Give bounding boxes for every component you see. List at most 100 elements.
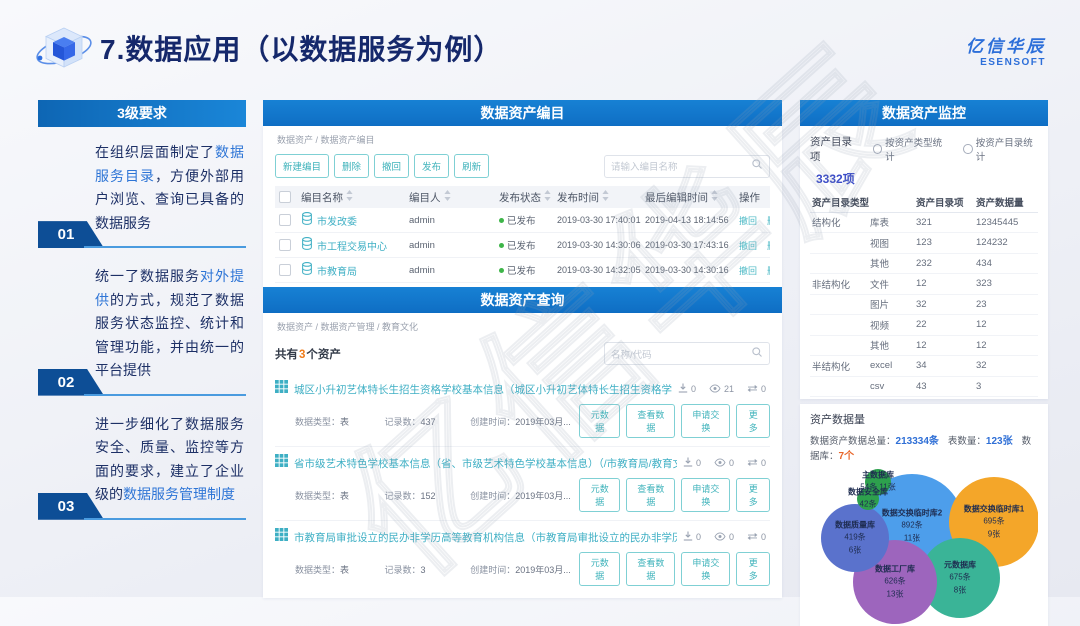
row-action-withdraw[interactable]: 撤回 — [739, 264, 757, 277]
asset-button-0[interactable]: 元数据 — [579, 404, 620, 438]
catalog-panel-title: 数据资产编目 — [263, 100, 782, 126]
asset-type: 数据类型：表 — [295, 415, 384, 428]
database-icon — [301, 237, 313, 253]
monitor-cell: 3 — [976, 381, 1036, 392]
asset-title-link[interactable]: 市教育局审批设立的民办非学历高等教育机构信息（市教育局审批设立的民办非学历高等.… — [294, 530, 677, 545]
toolbar-button-2[interactable]: 撤回 — [374, 154, 409, 178]
bubble-label: 数据工厂库626条13张 — [875, 563, 915, 600]
row-action-withdraw[interactable]: 撤回 — [739, 214, 757, 227]
asset-button-3[interactable]: 更多 — [736, 552, 770, 586]
search-icon[interactable] — [751, 157, 763, 175]
row-checkbox[interactable] — [279, 214, 291, 226]
catalog-name-link[interactable]: 市教育局 — [301, 262, 407, 278]
sort-icon[interactable] — [544, 190, 551, 204]
asset-count: 共有3个资产 — [275, 346, 341, 362]
chart-bubble: 数据质量库419条6张 — [821, 504, 889, 572]
monitor-table-row: 视频2212 — [810, 315, 1038, 336]
catalog-name-link[interactable]: 市发改委 — [301, 212, 407, 228]
monitor-cell: 非结构化 — [812, 277, 870, 291]
view-count: 0 — [714, 532, 734, 543]
requirement-item: 统一了数据服务对外提供的方式，规范了数据服务状态监控、统计和管理功能，并由统一的… — [38, 251, 246, 399]
monitor-cell: 124232 — [976, 237, 1036, 248]
row-action-delete[interactable]: 删除 — [767, 264, 770, 277]
toolbar-button-4[interactable]: 刷新 — [454, 154, 489, 178]
exchange-icon — [747, 532, 758, 543]
asset-created: 创建时间：2019年03月... — [470, 415, 579, 428]
radio-option-0[interactable]: 按资产类型统计 — [873, 135, 948, 163]
row-action-withdraw[interactable]: 撤回 — [739, 239, 757, 252]
asset-button-1[interactable]: 查看数据 — [626, 552, 675, 586]
sort-icon[interactable] — [444, 190, 451, 204]
query-search-input[interactable]: 名称/代码 — [604, 342, 770, 365]
brand-logo: 亿信华辰 ESENSOFT — [966, 32, 1046, 68]
status-dot — [499, 218, 504, 223]
database-icon — [301, 212, 313, 228]
column-header-1[interactable]: 编目人 — [409, 190, 497, 205]
step-underline — [84, 518, 246, 520]
column-header-0[interactable]: 编目名称 — [301, 190, 407, 205]
row-checkbox-cell — [275, 239, 299, 251]
edit-time-cell: 2019-04-13 18:14:56 — [645, 215, 737, 225]
asset-meta-row: 数据类型：表记录数：152创建时间：2019年03月...元数据查看数据申请交换… — [275, 478, 770, 512]
asset-button-1[interactable]: 查看数据 — [626, 478, 675, 512]
query-breadcrumb: 数据资产 / 数据资产管理 / 教育文化 — [275, 313, 770, 338]
view-count: 0 — [714, 458, 734, 469]
asset-button-0[interactable]: 元数据 — [579, 478, 620, 512]
toolbar-button-3[interactable]: 发布 — [414, 154, 449, 178]
asset-button-1[interactable]: 查看数据 — [626, 404, 675, 438]
asset-button-3[interactable]: 更多 — [736, 478, 770, 512]
sort-icon[interactable] — [602, 190, 609, 204]
table-grid-icon — [275, 528, 288, 546]
toolbar-button-0[interactable]: 新建编目 — [275, 154, 329, 178]
column-header-2[interactable]: 发布状态 — [499, 190, 555, 205]
monitor-cell: 视图 — [870, 236, 916, 250]
bubble-label: 数据交换临时库2892条11张 — [882, 507, 942, 544]
bubble-label: 数据交换临时库1695条9张 — [964, 503, 1024, 540]
asset-button-3[interactable]: 更多 — [736, 404, 770, 438]
asset-button-2[interactable]: 申请交换 — [681, 552, 730, 586]
row-checkbox[interactable] — [279, 239, 291, 251]
select-all-checkbox[interactable] — [279, 191, 291, 203]
requirement-text: 在组织层面制定了数据服务目录，方便外部用户浏览、查询已具备的数据服务 — [95, 141, 244, 235]
asset-meta-row: 数据类型：表记录数：3创建时间：2019年03月...元数据查看数据申请交换更多 — [275, 552, 770, 586]
toolbar-button-1[interactable]: 删除 — [334, 154, 369, 178]
column-header-3[interactable]: 发布时间 — [557, 190, 643, 205]
monitor-cell: 321 — [916, 217, 976, 228]
monitor-panel: 数据资产监控 资产目录项 按资产类型统计按资产目录统计 3332项 资产目录类型… — [800, 100, 1048, 626]
monitor-table-row: 图片3223 — [810, 295, 1038, 316]
asset-records: 记录数：152 — [384, 489, 470, 502]
asset-button-0[interactable]: 元数据 — [579, 552, 620, 586]
status-badge: 已发布 — [507, 238, 536, 252]
actions-cell: 撤回删除 — [739, 214, 770, 227]
table-row: 市工程交易中心admin已发布2019-03-30 14:30:062019-0… — [275, 233, 770, 258]
catalog-search-input[interactable]: 请输入编目名称 — [604, 155, 770, 178]
monitor-cell: 结构化 — [812, 215, 870, 229]
radio-option-1[interactable]: 按资产目录统计 — [963, 135, 1038, 163]
monitor-cell: 32 — [976, 360, 1036, 371]
catalog-name-link[interactable]: 市工程交易中心 — [301, 237, 407, 253]
requirement-text: 统一了数据服务对外提供的方式，规范了数据服务状态监控、统计和管理功能，并由统一的… — [95, 265, 244, 383]
step-underline — [84, 394, 246, 396]
sort-icon[interactable] — [711, 190, 718, 204]
row-checkbox[interactable] — [279, 264, 291, 276]
row-action-delete[interactable]: 删除 — [767, 214, 770, 227]
monitor-table-row: 视图123124232 — [810, 233, 1038, 254]
actions-cell: 撤回删除 — [739, 239, 770, 252]
search-icon[interactable] — [751, 345, 763, 363]
catalog-table-header: 编目名称编目人发布状态发布时间最后编辑时间操作 — [275, 186, 770, 208]
asset-title-link[interactable]: 省市级艺术特色学校基本信息（省、市级艺术特色学校基本信息）（/市教育局/教育文化… — [294, 456, 677, 471]
row-action-delete[interactable]: 删除 — [767, 239, 770, 252]
column-header-4[interactable]: 最后编辑时间 — [645, 190, 737, 205]
asset-stats: 000 — [683, 531, 770, 543]
volume-stat: 表数量：123张 — [948, 436, 1013, 447]
asset-button-2[interactable]: 申请交换 — [681, 478, 730, 512]
monitor-cell: 434 — [976, 258, 1036, 269]
query-panel-title: 数据资产查询 — [263, 287, 782, 313]
edit-time-cell: 2019-03-30 17:43:16 — [645, 240, 737, 250]
list-item: 市教育局审批设立的民办非学历高等教育机构信息（市教育局审批设立的民办非学历高等.… — [275, 521, 770, 594]
asset-title-link[interactable]: 城区小升初艺体特长生招生资格学校基本信息（城区小升初艺体特长生招生资格学校基本.… — [294, 382, 672, 397]
monitor-cell: 库表 — [870, 215, 916, 229]
monitor-table-row: 半结构化excel3432 — [810, 356, 1038, 377]
sort-icon[interactable] — [346, 190, 353, 204]
asset-button-2[interactable]: 申请交换 — [681, 404, 730, 438]
